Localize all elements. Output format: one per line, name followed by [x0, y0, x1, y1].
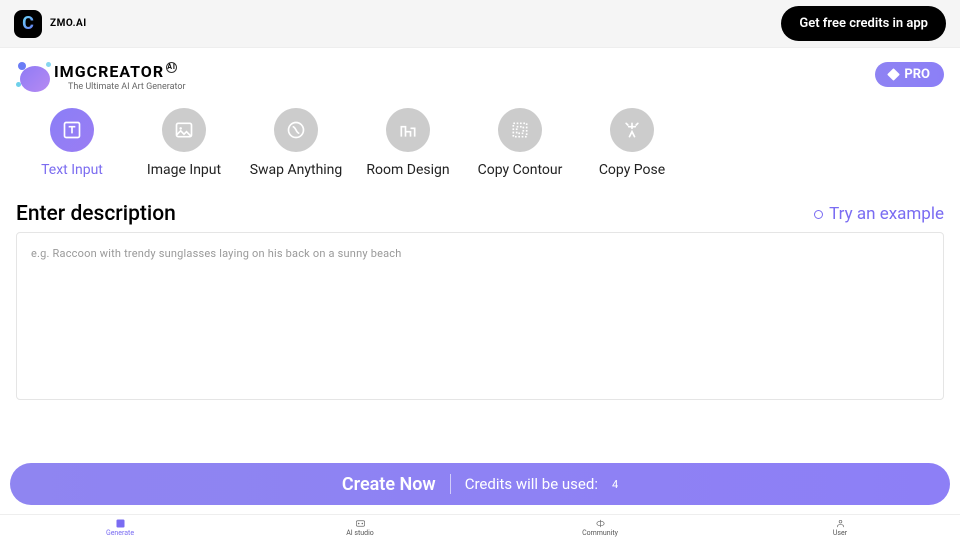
nav-community[interactable]: Community — [480, 515, 720, 540]
image-icon — [162, 108, 206, 152]
zmo-brand-text: ZMO.AI — [50, 18, 87, 29]
tab-label: Text Input — [41, 162, 103, 178]
pose-icon — [610, 108, 654, 152]
brand-name: IMGCREATORAI — [54, 62, 186, 81]
tab-label: Copy Pose — [599, 162, 665, 178]
tab-text-input[interactable]: Text Input — [16, 108, 128, 178]
tab-label: Swap Anything — [250, 162, 343, 178]
create-now-button[interactable]: Create Now Credits will be used: 4 — [10, 463, 950, 505]
brand-tagline: The Ultimate AI Art Generator — [68, 82, 186, 92]
generate-icon — [115, 518, 126, 529]
imgcreator-brand: IMGCREATORAI The Ultimate AI Art Generat… — [16, 62, 186, 96]
studio-icon — [355, 518, 366, 529]
tab-copy-contour[interactable]: Copy Contour — [464, 108, 576, 178]
tab-swap-anything[interactable]: Swap Anything — [240, 108, 352, 178]
text-icon — [50, 108, 94, 152]
ai-badge-icon: AI — [166, 62, 177, 73]
description-header: Enter description Try an example — [0, 184, 960, 232]
divider — [450, 474, 451, 494]
zmo-logo-icon — [14, 10, 42, 38]
user-icon — [835, 518, 846, 529]
tab-label: Room Design — [366, 162, 449, 178]
swap-icon — [274, 108, 318, 152]
diamond-icon — [887, 68, 900, 81]
try-example-link[interactable]: Try an example — [814, 204, 944, 224]
bottom-nav: Generate AI studio Community User — [0, 514, 960, 540]
description-input[interactable] — [16, 232, 944, 400]
topbar: ZMO.AI Get free credits in app — [0, 0, 960, 48]
pro-button[interactable]: PRO — [875, 62, 944, 87]
tab-room-design[interactable]: Room Design — [352, 108, 464, 178]
get-credits-button[interactable]: Get free credits in app — [781, 6, 946, 41]
tab-copy-pose[interactable]: Copy Pose — [576, 108, 688, 178]
topbar-brand: ZMO.AI — [14, 10, 87, 38]
tab-label: Copy Contour — [478, 162, 563, 178]
refresh-icon — [814, 210, 823, 219]
tab-image-input[interactable]: Image Input — [128, 108, 240, 178]
cta-credits-label: Credits will be used: — [465, 475, 598, 493]
tab-label: Image Input — [147, 162, 221, 178]
cta-credits-count: 4 — [612, 478, 618, 491]
contour-icon — [498, 108, 542, 152]
community-icon — [595, 518, 606, 529]
mode-tabs: Text Input Image Input Swap Anything Roo… — [0, 98, 960, 184]
cta-main-label: Create Now — [342, 474, 436, 495]
nav-user[interactable]: User — [720, 515, 960, 540]
imgcreator-logo-icon — [16, 60, 52, 96]
nav-generate[interactable]: Generate — [0, 515, 240, 540]
room-icon — [386, 108, 430, 152]
section-title: Enter description — [16, 202, 176, 226]
header: IMGCREATORAI The Ultimate AI Art Generat… — [0, 48, 960, 98]
nav-ai-studio[interactable]: AI studio — [240, 515, 480, 540]
